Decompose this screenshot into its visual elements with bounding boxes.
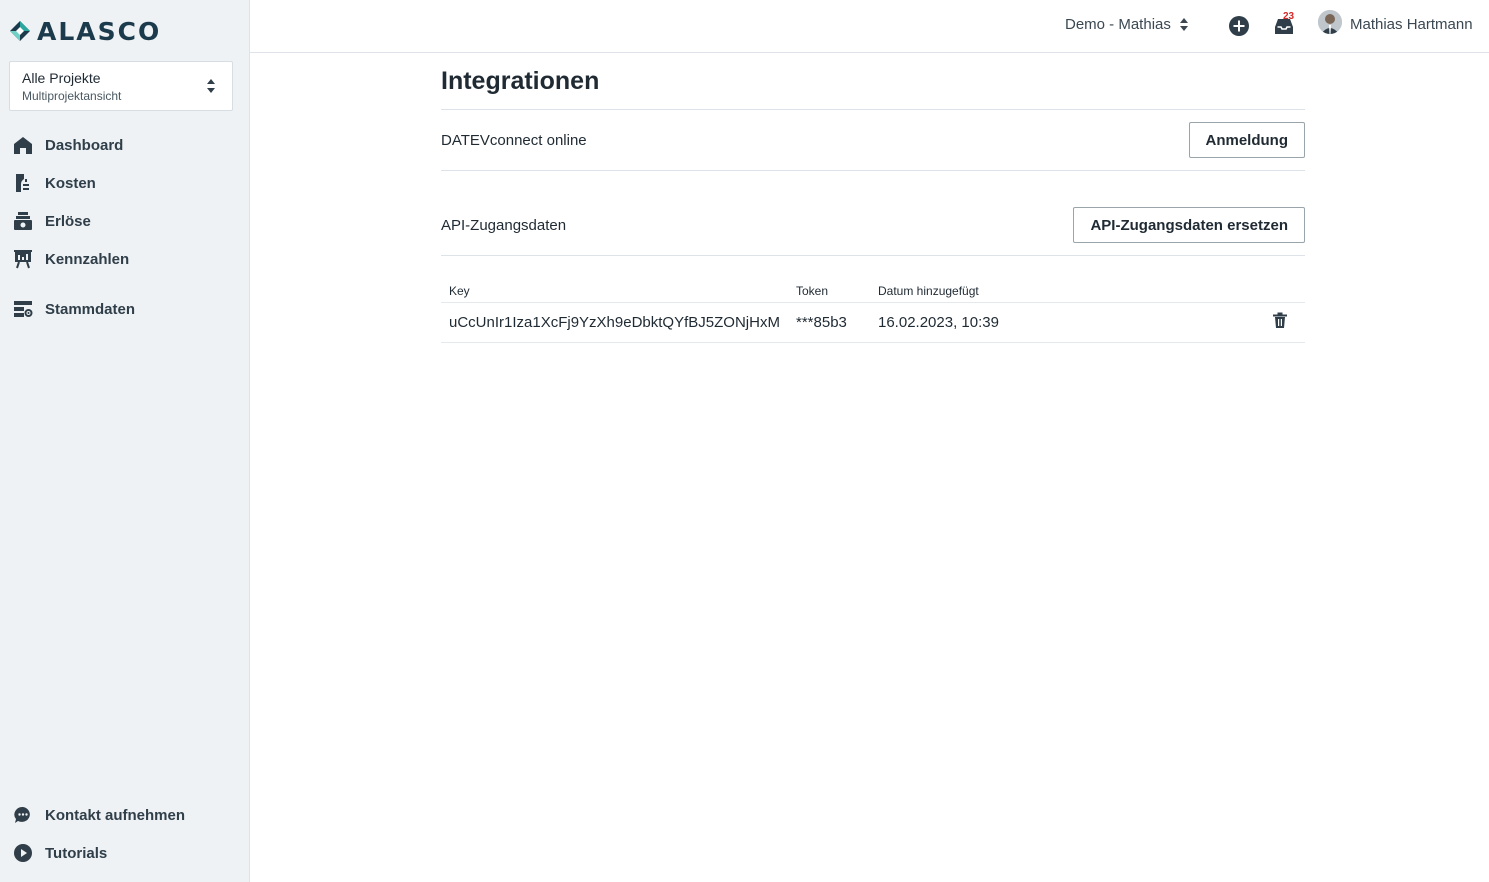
logo-text: ALASCO (37, 16, 162, 46)
play-icon (13, 843, 33, 863)
revenue-icon (13, 211, 33, 231)
replace-api-credentials-button[interactable]: API-Zugangsdaten ersetzen (1073, 207, 1305, 243)
sidebar-item-label: Kennzahlen (45, 250, 130, 268)
tenant-name: Demo - Mathias (1065, 16, 1171, 33)
table-row: uCcUnIr1Iza1XcFj9YzXh9eDbktQYfBJ5ZONjHxM… (441, 302, 1305, 343)
sort-arrows-icon (1179, 18, 1188, 31)
datev-row: DATEVconnect online Anmeldung (441, 110, 1305, 170)
sidebar-nav: Dashboard Kosten Erlöse Kennzahlen Stamm… (0, 126, 250, 328)
sidebar-item-label: Tutorials (45, 844, 108, 862)
delete-button[interactable] (1273, 312, 1287, 328)
costs-icon (13, 173, 33, 193)
project-selector[interactable]: Alle Projekte Multiprojektansicht (9, 61, 233, 111)
cell-token: ***85b3 (788, 302, 870, 343)
project-selector-title: Alle Projekte (22, 70, 101, 86)
sidebar-item-dashboard[interactable]: Dashboard (0, 126, 250, 164)
cell-date: 16.02.2023, 10:39 (870, 302, 1255, 343)
datev-login-button[interactable]: Anmeldung (1188, 122, 1305, 158)
sort-arrows-icon (207, 79, 215, 93)
cell-actions (1255, 302, 1305, 343)
table-header-row: Key Token Datum hinzugefügt (441, 274, 1305, 303)
cell-key: uCcUnIr1Iza1XcFj9YzXh9eDbktQYfBJ5ZONjHxM (441, 302, 788, 343)
logo[interactable]: ALASCO (9, 16, 162, 46)
sidebar-item-kosten[interactable]: Kosten (0, 164, 250, 202)
chart-icon (13, 249, 33, 269)
add-circle-icon[interactable] (1228, 15, 1250, 37)
home-icon (13, 135, 33, 155)
column-header-token: Token (788, 274, 870, 303)
page-title: Integrationen (441, 67, 600, 95)
datev-label: DATEVconnect online (441, 131, 587, 149)
master-data-icon (13, 299, 33, 319)
api-credentials-table: Key Token Datum hinzugefügt uCcUnIr1Iza1… (441, 274, 1305, 343)
sidebar: ALASCO Alle Projekte Multiprojektansicht… (0, 0, 250, 882)
project-selector-subtitle: Multiprojektansicht (22, 89, 122, 103)
sidebar-item-stammdaten[interactable]: Stammdaten (0, 290, 250, 328)
api-label: API-Zugangsdaten (441, 216, 567, 234)
sidebar-item-label: Kosten (45, 174, 96, 192)
alasco-logo-icon (10, 21, 30, 41)
notification-badge: 23 (1283, 11, 1295, 22)
sidebar-item-kontakt[interactable]: Kontakt aufnehmen (0, 796, 250, 834)
sidebar-item-erloese[interactable]: Erlöse (0, 202, 250, 240)
api-row: API-Zugangsdaten API-Zugangsdaten ersetz… (441, 171, 1305, 255)
top-bar: Demo - Mathias 23 Mathias Hartmann (250, 0, 1489, 53)
avatar[interactable] (1318, 10, 1342, 34)
sidebar-item-label: Stammdaten (45, 300, 136, 318)
divider (441, 255, 1305, 256)
tenant-selector[interactable]: Demo - Mathias (1065, 16, 1188, 33)
sidebar-item-label: Dashboard (45, 136, 124, 154)
chat-icon (13, 805, 33, 825)
sidebar-item-label: Kontakt aufnehmen (45, 806, 186, 824)
column-header-actions (1255, 274, 1305, 303)
sidebar-item-label: Erlöse (45, 212, 91, 230)
sidebar-bottom: Kontakt aufnehmen Tutorials (0, 796, 250, 872)
column-header-key: Key (441, 274, 788, 303)
main-content: Integrationen DATEVconnect online Anmeld… (441, 53, 1305, 343)
column-header-date: Datum hinzugefügt (870, 274, 1255, 303)
sidebar-item-kennzahlen[interactable]: Kennzahlen (0, 240, 250, 278)
trash-icon (1273, 312, 1287, 328)
user-name[interactable]: Mathias Hartmann (1350, 16, 1473, 33)
sidebar-item-tutorials[interactable]: Tutorials (0, 834, 250, 872)
